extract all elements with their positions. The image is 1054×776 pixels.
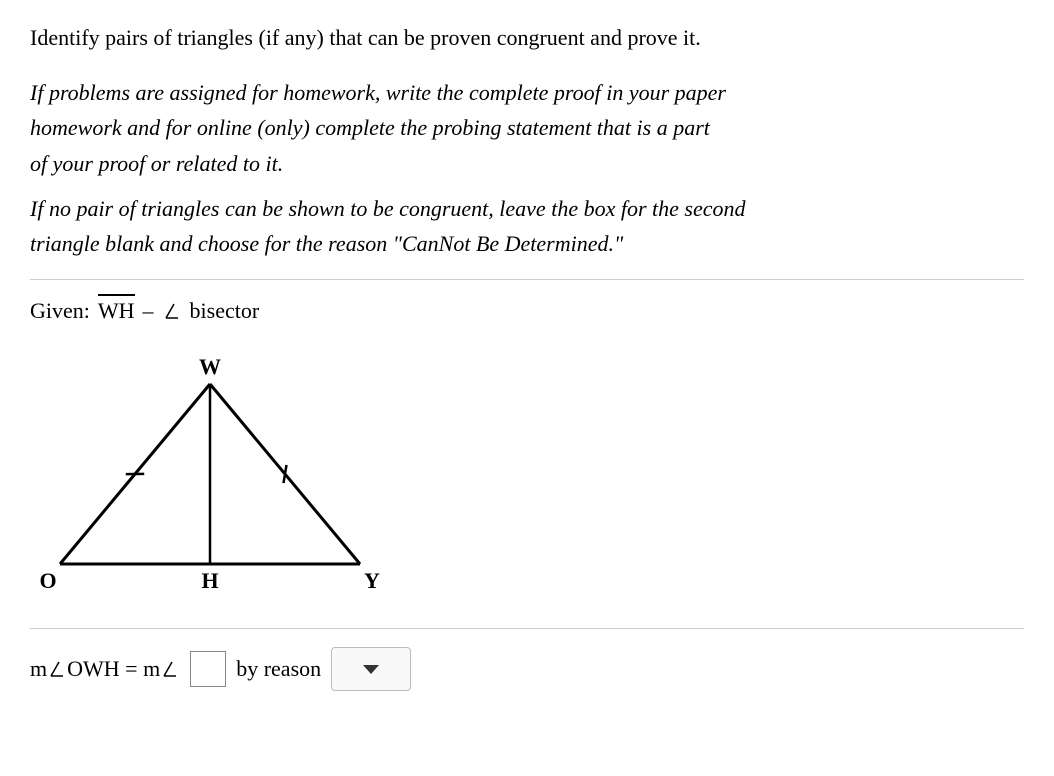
- italic-note-1-line3: of your proof or related to it.: [30, 151, 283, 176]
- divider-1: [30, 279, 1024, 280]
- triangle-diagram: W O H Y: [30, 344, 1024, 610]
- angle-OWH: OWH: [67, 656, 120, 681]
- vertex-H-label: H: [201, 568, 218, 593]
- given-bisector-text: bisector: [190, 298, 260, 324]
- italic-note-2: If no pair of triangles can be shown to …: [30, 191, 1024, 261]
- divider-2: [30, 628, 1024, 629]
- vertex-Y-label: Y: [364, 568, 380, 593]
- angle-icon: [164, 300, 180, 318]
- equals-sign: =: [125, 656, 137, 681]
- angle-icon-rhs: [162, 658, 178, 676]
- lhs-expression: m OWH = m: [30, 656, 180, 682]
- given-dash: –: [143, 298, 154, 324]
- given-line: Given: WH – bisector: [30, 298, 1024, 324]
- chevron-down-icon: [363, 665, 379, 674]
- angle-icon-lhs: [49, 658, 65, 676]
- italic-note-2-line1: If no pair of triangles can be shown to …: [30, 196, 745, 221]
- vertex-W-label: W: [199, 354, 221, 379]
- vertex-O-label: O: [39, 568, 56, 593]
- m-prefix-lhs: m: [30, 656, 47, 681]
- segment-WH: WH: [98, 298, 135, 324]
- given-label: Given:: [30, 298, 90, 324]
- by-reason-label: by reason: [236, 656, 321, 682]
- italic-note-2-line2: triangle blank and choose for the reason…: [30, 231, 623, 256]
- answer-row: m OWH = m by reason: [30, 647, 1024, 691]
- m-prefix-rhs: m: [143, 656, 160, 681]
- italic-note-1: If problems are assigned for homework, w…: [30, 75, 1024, 181]
- instruction-text: Identify pairs of triangles (if any) tha…: [30, 20, 1024, 55]
- angle-answer-input[interactable]: [190, 651, 226, 687]
- italic-note-1-line1: If problems are assigned for homework, w…: [30, 80, 726, 105]
- italic-note-1-line2: homework and for online (only) complete …: [30, 115, 710, 140]
- reason-dropdown[interactable]: [331, 647, 411, 691]
